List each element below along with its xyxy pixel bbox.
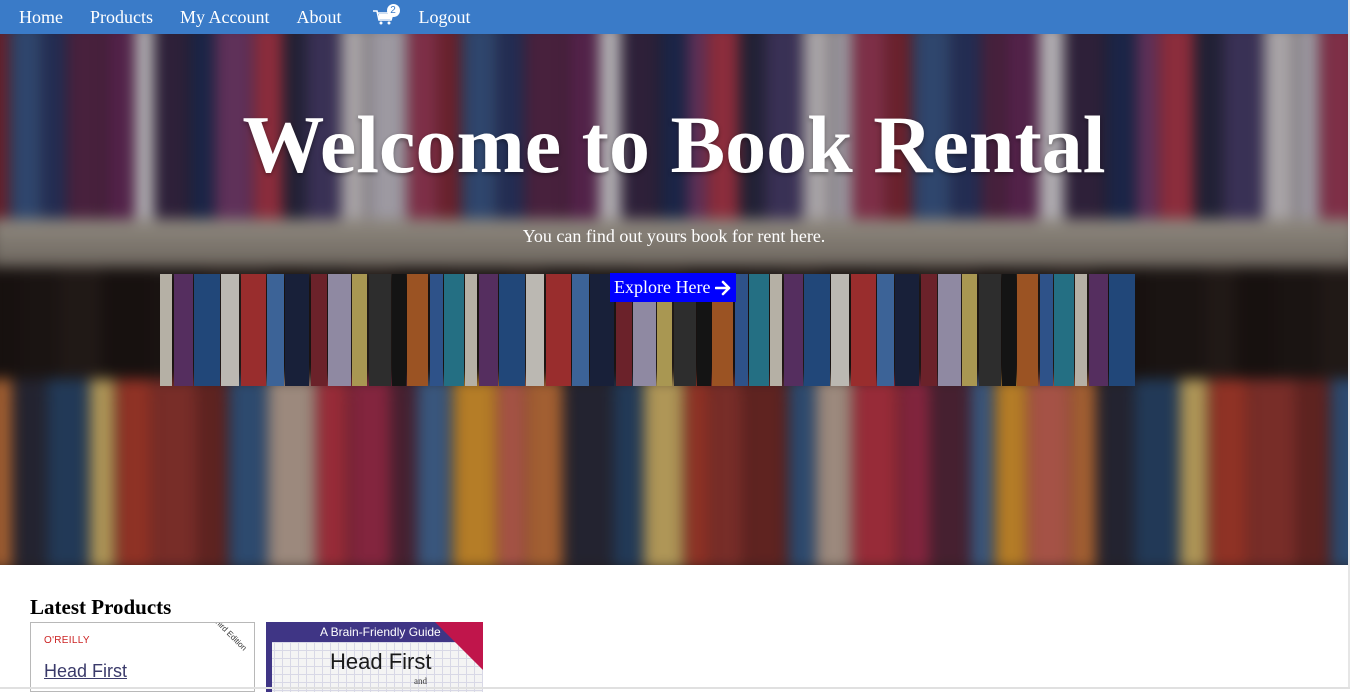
cart-count-badge: 2 <box>386 4 400 17</box>
hero-title: Welcome to Book Rental <box>242 99 1106 190</box>
product-card[interactable]: O'REILLY Head First Third Edition <box>30 622 255 692</box>
publisher-logo: O'REILLY <box>44 635 90 646</box>
product-cover-title: Head First <box>330 649 432 674</box>
cart-button[interactable]: 2 <box>372 4 400 27</box>
hero-subtitle: You can find out yours book for rent her… <box>522 226 826 246</box>
edition-ribbon: Third Edition <box>210 622 249 653</box>
product-card[interactable]: A Brain-Friendly Guide Head First and <box>266 622 483 692</box>
product-cover-subtitle: and <box>414 676 427 686</box>
nav-my-account-link[interactable]: My Account <box>180 7 270 28</box>
explore-here-label: Explore Here <box>614 277 711 297</box>
nav-logout-link[interactable]: Logout <box>419 7 471 28</box>
explore-here-button[interactable]: Explore Here <box>610 273 737 302</box>
nav-home-link[interactable]: Home <box>19 7 63 28</box>
hero-banner: Welcome to Book Rental You can find out … <box>0 34 1348 565</box>
arrow-right-icon <box>715 280 732 296</box>
nav-products-link[interactable]: Products <box>90 7 153 28</box>
product-cover-title: Head First <box>44 661 128 681</box>
latest-products-heading: Latest Products <box>30 595 172 619</box>
top-navbar: Home Products My Account About 2 Logout <box>0 0 1348 34</box>
nav-about-link[interactable]: About <box>297 7 342 28</box>
